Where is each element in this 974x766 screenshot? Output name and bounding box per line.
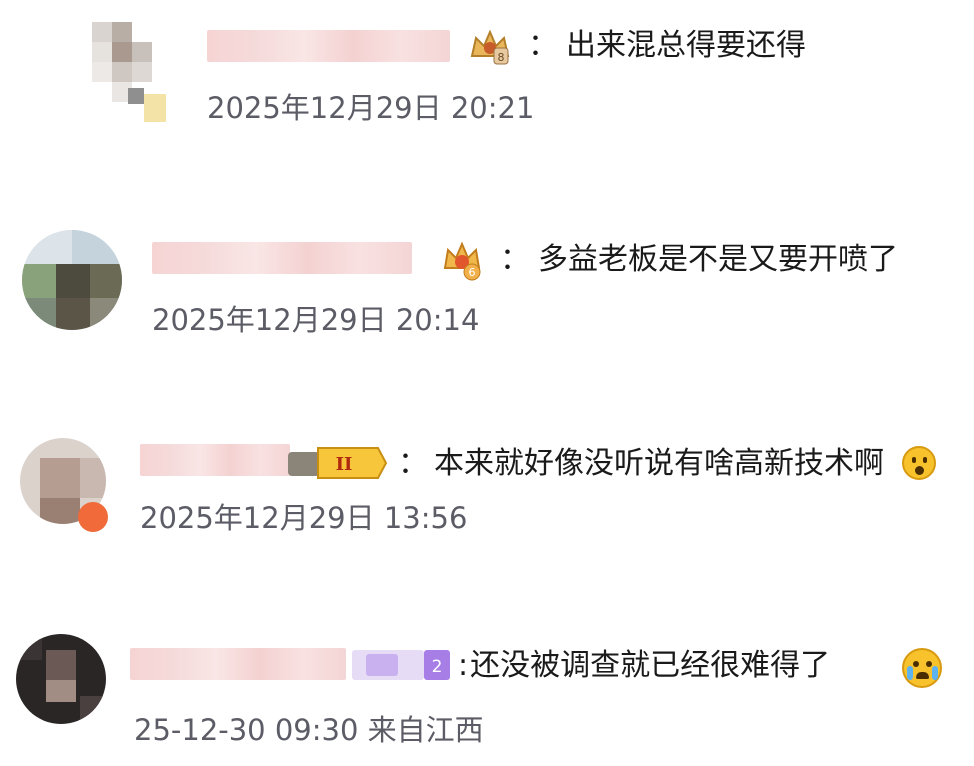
username-blurred[interactable] [152,242,412,274]
comment-timestamp: 2025年12月29日 20:21 [207,91,535,125]
comment-text: ：出来混总得要还得 [528,28,806,63]
avatar[interactable] [22,230,122,330]
avatar[interactable] [16,634,106,724]
comment-text: ：多益老板是不是又要开喷了 [500,242,898,277]
comment-item: 6 ：多益老板是不是又要开喷了 2025年12月29日 20:14 [0,200,974,360]
member-badge-icon: 2 [352,648,450,682]
live-mark-icon [78,502,108,532]
vip-mark-icon [144,94,166,122]
comment-text: ：本来就好像没听说有啥高新技术啊 [398,446,884,481]
svg-text:2: 2 [432,657,443,677]
comment-item: 2 :还没被调查就已经很难得了 25-12-30 09:30 来自江西 [0,620,974,766]
comment-timestamp: 2025年12月29日 13:56 [140,501,468,535]
comment-item: 8 ：出来混总得要还得 2025年12月29日 20:21 [0,0,974,160]
username-blurred[interactable] [130,648,346,680]
crying-face-emoji-icon [902,648,942,688]
svg-text:8: 8 [498,51,505,64]
comment-timestamp: 25-12-30 09:30 来自江西 [134,713,484,747]
shocked-face-emoji-icon [902,446,936,480]
comment-item: II ：本来就好像没听说有啥高新技术啊 2025年12月29日 13:56 [0,420,974,560]
avatar[interactable] [92,22,174,122]
crown-badge-icon: 8 [468,26,512,66]
svg-text:6: 6 [469,266,476,279]
crown-badge-icon: 6 [442,240,482,282]
svg-text:II: II [336,454,353,475]
username-blurred[interactable] [140,444,290,476]
comment-timestamp: 2025年12月29日 20:14 [152,303,480,337]
comment-text: :还没被调查就已经很难得了 [458,648,831,683]
rank-badge-icon: II [288,446,388,480]
username-blurred[interactable] [207,30,450,62]
